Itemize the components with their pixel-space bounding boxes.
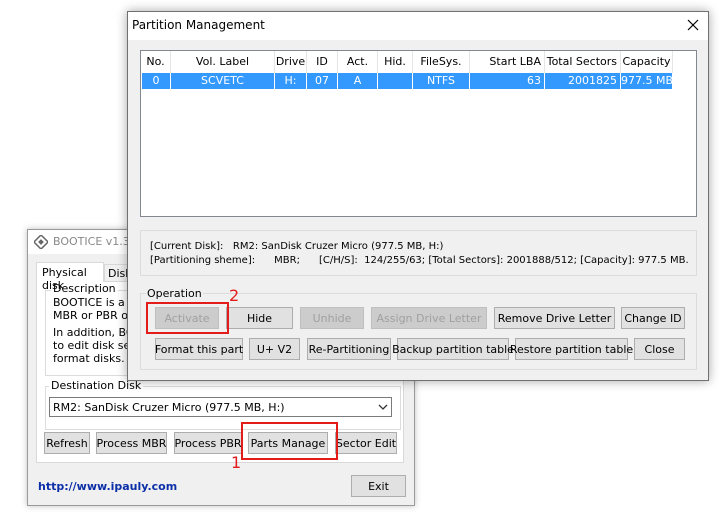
process-mbr-button[interactable]: Process MBR <box>96 432 167 454</box>
refresh-button[interactable]: Refresh <box>44 432 90 454</box>
col-drive[interactable]: Drive <box>275 51 307 73</box>
partition-table[interactable]: No. Vol. Label Drive ID Act. Hid. FileSy… <box>140 50 697 217</box>
annotation-marker-1: 1 <box>231 453 242 472</box>
process-pbr-button[interactable]: Process PBR <box>174 432 242 454</box>
unhide-button[interactable]: Unhide <box>300 307 364 329</box>
re-partitioning-button[interactable]: Re-Partitioning <box>307 338 391 360</box>
table-row[interactable]: 0 SCVETC H: 07 A NTFS 63 2001825 977.5 M… <box>142 73 673 89</box>
sector-edit-button[interactable]: Sector Edit <box>335 432 397 454</box>
u-v2-button[interactable]: U+ V2 <box>249 338 300 360</box>
hide-button[interactable]: Hide <box>226 307 293 329</box>
cell-hid <box>378 73 413 89</box>
pm-title: Partition Management <box>132 18 265 32</box>
format-this-part-button[interactable]: Format this part <box>155 338 243 360</box>
cell-no: 0 <box>142 73 171 89</box>
col-capacity[interactable]: Capacity <box>621 51 673 73</box>
operation-label: Operation <box>146 287 203 300</box>
annotation-marker-2: 2 <box>229 286 240 305</box>
exit-button[interactable]: Exit <box>351 475 406 497</box>
cell-id: 07 <box>307 73 338 89</box>
col-act[interactable]: Act. <box>338 51 378 73</box>
destination-disk-value: RM2: SanDisk Cruzer Micro (977.5 MB, H:) <box>53 401 285 414</box>
col-total-sectors[interactable]: Total Sectors <box>545 51 621 73</box>
pm-titlebar: Partition Management <box>128 12 708 40</box>
partition-table-header: No. Vol. Label Drive ID Act. Hid. FileSy… <box>141 51 696 73</box>
backup-partition-table-button[interactable]: Backup partition table <box>392 338 514 360</box>
restore-partition-table-button[interactable]: Restore partition table <box>510 338 633 360</box>
annotation-box-activate <box>146 302 229 334</box>
cell-total-sectors: 2001825 <box>545 73 621 89</box>
col-no[interactable]: No. <box>141 51 171 73</box>
col-filesys[interactable]: FileSys. <box>413 51 470 73</box>
partitioning-scheme-info: [Partitioning sheme]: MBR; [C/H/S]: 124/… <box>150 255 689 266</box>
website-link[interactable]: http://www.ipauly.com <box>38 480 177 493</box>
destination-disk-select[interactable]: RM2: SanDisk Cruzer Micro (977.5 MB, H:) <box>49 397 392 417</box>
assign-drive-letter-button[interactable]: Assign Drive Letter <box>371 307 487 329</box>
annotation-box-parts-manage <box>241 422 338 460</box>
close-button[interactable]: Close <box>634 338 685 360</box>
col-id[interactable]: ID <box>307 51 338 73</box>
cell-capacity: 977.5 MB <box>621 73 674 89</box>
cell-drive: H: <box>275 73 307 89</box>
col-start-lba[interactable]: Start LBA <box>470 51 545 73</box>
tab-physical-disk[interactable]: Physical disk <box>36 262 104 292</box>
col-hid[interactable]: Hid. <box>378 51 413 73</box>
description-line-5: format disks. <box>53 352 125 365</box>
col-vol-label[interactable]: Vol. Label <box>171 51 275 73</box>
bootice-app-icon <box>34 235 48 249</box>
chevron-down-icon <box>378 404 388 410</box>
cell-filesys: NTFS <box>413 73 470 89</box>
cell-vol-label: SCVETC <box>171 73 275 89</box>
current-disk-info: [Current Disk]: RM2: SanDisk Cruzer Micr… <box>150 241 444 252</box>
cell-act: A <box>338 73 378 89</box>
cell-start-lba: 63 <box>470 73 545 89</box>
change-id-button[interactable]: Change ID <box>621 307 685 329</box>
disk-info-panel: [Current Disk]: RM2: SanDisk Cruzer Micr… <box>140 230 697 276</box>
remove-drive-letter-button[interactable]: Remove Drive Letter <box>494 307 615 329</box>
close-icon[interactable] <box>687 19 699 31</box>
tab-physical-disk-label: Physical disk <box>42 266 87 292</box>
